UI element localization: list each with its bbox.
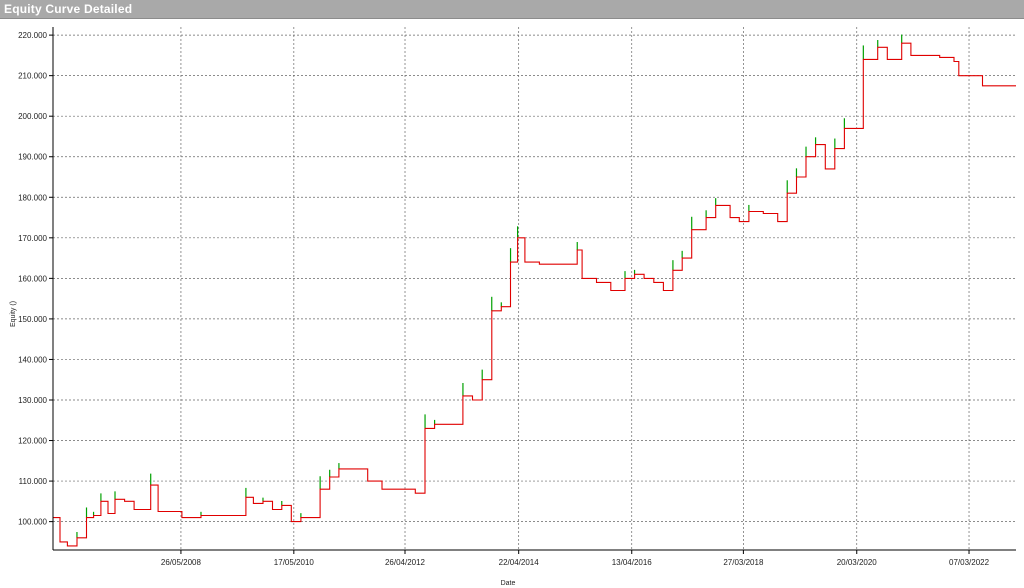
y-tick-label: 210.000 <box>18 72 47 81</box>
x-tick-label: 26/05/2008 <box>161 558 202 567</box>
y-tick-label: 100.000 <box>18 518 47 527</box>
chart-background <box>0 19 1024 588</box>
y-tick-label: 220.000 <box>18 31 47 40</box>
y-axis-label: Equity () <box>10 301 17 327</box>
y-tick-label: 180.000 <box>18 193 47 202</box>
equity-chart: 26/05/2008 17/05/2010 26/04/2012 22/04/2014… <box>0 19 1024 588</box>
x-tick-label: 26/04/2012 <box>385 558 426 567</box>
y-tick-label: 160.000 <box>18 274 47 283</box>
x-tick-label: 13/04/2016 <box>612 558 653 567</box>
y-tick-label: 150.000 <box>18 315 47 324</box>
x-axis-label: Date <box>501 580 516 587</box>
window-title: Equity Curve Detailed <box>4 2 133 16</box>
y-tick-label: 190.000 <box>18 153 47 162</box>
y-tick-label: 200.000 <box>18 112 47 121</box>
x-tick-label: 22/04/2014 <box>499 558 540 567</box>
y-tick-label: 110.000 <box>19 477 48 486</box>
x-tick-label: 27/03/2018 <box>723 558 764 567</box>
y-tick-label: 140.000 <box>18 355 47 364</box>
y-tick-label: 130.000 <box>18 396 47 405</box>
x-tick-label: 17/05/2010 <box>274 558 315 567</box>
x-tick-label: 07/03/2022 <box>949 558 990 567</box>
y-tick-label: 120.000 <box>18 437 47 446</box>
x-tick-label: 20/03/2020 <box>837 558 878 567</box>
window-title-bar: Equity Curve Detailed <box>0 0 1024 19</box>
y-tick-label: 170.000 <box>18 234 47 243</box>
